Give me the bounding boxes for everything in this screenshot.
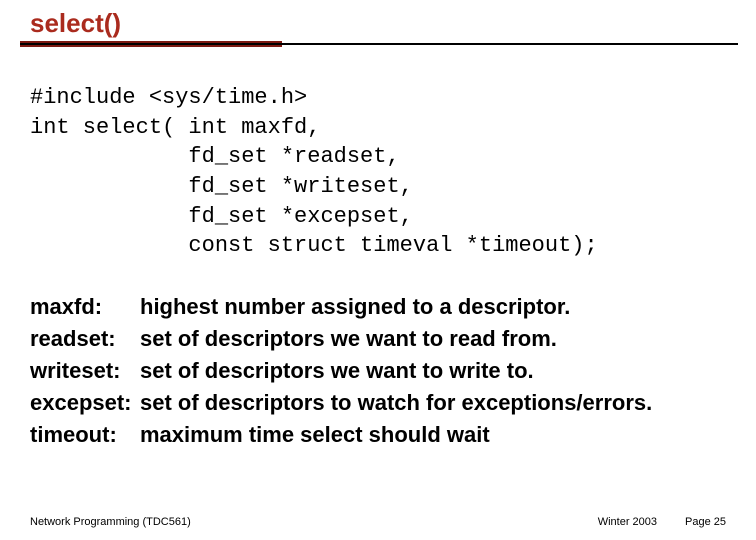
definitions: maxfd: highest number assigned to a desc…	[30, 291, 726, 450]
code-block: #include <sys/time.h> int select( int ma…	[30, 83, 726, 261]
content: #include <sys/time.h> int select( int ma…	[30, 57, 726, 451]
def-desc-maxfd: highest number assigned to a descriptor.	[140, 291, 570, 323]
title-rule-line	[20, 43, 738, 45]
footer-page: Page 25	[685, 516, 726, 528]
def-desc-timeout: maximum time select should wait	[140, 419, 490, 451]
footer-left: Network Programming (TDC561)	[30, 516, 191, 528]
def-desc-excepset: set of descriptors to watch for exceptio…	[140, 387, 652, 419]
def-desc-readset: set of descriptors we want to read from.	[140, 323, 557, 355]
slide: select() #include <sys/time.h> int selec…	[0, 0, 756, 540]
def-row: readset: set of descriptors we want to r…	[30, 323, 726, 355]
footer-right: Winter 2003 Page 25	[598, 516, 726, 528]
footer: Network Programming (TDC561) Winter 2003…	[30, 516, 726, 528]
def-row: excepset: set of descriptors to watch fo…	[30, 387, 726, 419]
title-region: select()	[30, 8, 726, 49]
def-term-writeset: writeset:	[30, 355, 140, 387]
def-row: maxfd: highest number assigned to a desc…	[30, 291, 726, 323]
def-desc-writeset: set of descriptors we want to write to.	[140, 355, 534, 387]
slide-title: select()	[30, 8, 726, 39]
footer-term: Winter 2003	[598, 516, 657, 528]
title-rule	[30, 41, 726, 49]
def-row: timeout: maximum time select should wait	[30, 419, 726, 451]
def-term-excepset: excepset:	[30, 387, 140, 419]
def-term-maxfd: maxfd:	[30, 291, 140, 323]
def-row: writeset: set of descriptors we want to …	[30, 355, 726, 387]
def-term-readset: readset:	[30, 323, 140, 355]
def-term-timeout: timeout:	[30, 419, 140, 451]
